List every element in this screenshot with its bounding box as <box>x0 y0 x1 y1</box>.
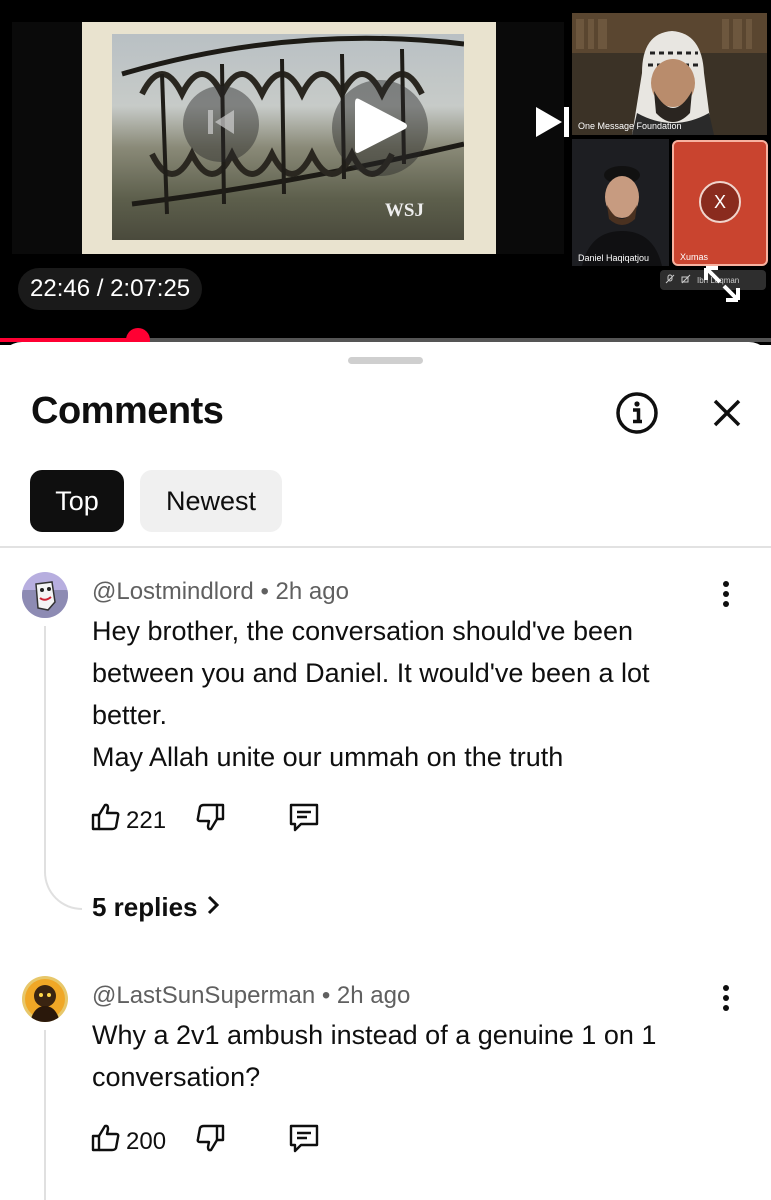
like-button[interactable]: 200 <box>90 1122 166 1161</box>
participant-name: Xumas <box>680 252 709 262</box>
thumbs-up-icon <box>90 1122 122 1161</box>
reply-icon <box>287 1121 321 1160</box>
like-count: 221 <box>126 806 167 834</box>
info-button[interactable] <box>614 390 660 436</box>
avatar[interactable] <box>22 976 68 1022</box>
like-count: 200 <box>126 1127 167 1155</box>
thumbs-down-icon <box>194 1122 226 1159</box>
more-options-button[interactable] <box>712 982 740 1018</box>
play-button[interactable] <box>332 80 428 176</box>
close-icon <box>706 399 748 438</box>
reply-icon <box>287 800 321 839</box>
filter-chip-top[interactable]: Top <box>30 470 124 532</box>
comment-meta: @LastSunSuperman • 2h ago <box>92 982 411 1009</box>
participant-tile-speaking: X Xumas <box>672 140 768 266</box>
divider <box>0 546 771 548</box>
comment-meta: @Lostmindlord • 2h ago <box>92 578 349 605</box>
more-vert-icon <box>722 984 730 1017</box>
chevron-right-icon <box>206 892 220 923</box>
camera-off-icon <box>681 274 691 286</box>
thread-line <box>44 626 46 872</box>
info-icon <box>614 392 660 440</box>
comments-sheet: Comments Top Newest @Lostmindlord • 2h a… <box>0 342 771 1200</box>
reply-button[interactable] <box>284 799 324 839</box>
participant-tile: One Message Foundation <box>572 13 767 135</box>
comment-line: May Allah unite our ummah on the truth <box>92 742 564 772</box>
mic-off-icon <box>665 274 675 286</box>
comment-line: Hey brother, the conversation should've … <box>92 616 634 646</box>
comment-text: Hey brother, the conversation should've … <box>92 610 712 778</box>
reply-button[interactable] <box>284 1120 324 1160</box>
play-icon <box>351 95 409 162</box>
participant-tile: Daniel Haqiqatjou <box>572 139 669 266</box>
replies-label: 5 replies <box>92 892 198 922</box>
thread-line <box>44 1030 46 1200</box>
comment-line: Why a 2v1 ambush instead of a genuine 1 … <box>92 1020 657 1050</box>
wsj-watermark: WSJ <box>384 200 424 221</box>
like-button[interactable]: 221 <box>90 801 166 840</box>
comment-time: 2h ago <box>275 578 349 605</box>
time-display: 22:46 / 2:07:25 <box>18 268 203 310</box>
dislike-button[interactable] <box>190 799 230 839</box>
skip-previous-icon <box>201 102 241 147</box>
thumbs-down-icon <box>194 801 226 838</box>
close-button[interactable] <box>706 392 748 434</box>
view-replies-button[interactable]: 5 replies <box>92 892 220 923</box>
comment-line: between you and Daniel. It would've been… <box>92 658 650 688</box>
comments-title: Comments <box>31 390 224 432</box>
comment-time: 2h ago <box>336 982 411 1009</box>
fullscreen-icon <box>700 266 744 310</box>
skip-next-icon <box>532 102 572 147</box>
video-frame: WSJ <box>82 22 496 254</box>
previous-button[interactable] <box>183 86 259 162</box>
participant-avatar: X <box>699 181 741 223</box>
fullscreen-button[interactable] <box>700 262 744 306</box>
drag-handle[interactable] <box>348 357 423 364</box>
video-player[interactable]: WSJ One Message Foundation Daniel Haqiqa… <box>0 0 771 345</box>
dislike-button[interactable] <box>190 1120 230 1160</box>
participant-name: One Message Foundation <box>578 121 682 131</box>
more-vert-icon <box>722 580 730 613</box>
avatar[interactable] <box>22 572 68 618</box>
comment-text: Why a 2v1 ambush instead of a genuine 1 … <box>92 1014 712 1098</box>
filter-chip-newest[interactable]: Newest <box>140 470 282 532</box>
thread-connector <box>44 872 82 910</box>
participant-name: Daniel Haqiqatjou <box>578 253 650 263</box>
more-options-button[interactable] <box>712 578 740 614</box>
comment-author[interactable]: @LastSunSuperman <box>92 982 315 1009</box>
comment-line: conversation? <box>92 1062 261 1092</box>
comment-author[interactable]: @Lostmindlord <box>92 578 254 605</box>
comment-line: better. <box>92 700 168 730</box>
thumbs-up-icon <box>90 801 122 840</box>
